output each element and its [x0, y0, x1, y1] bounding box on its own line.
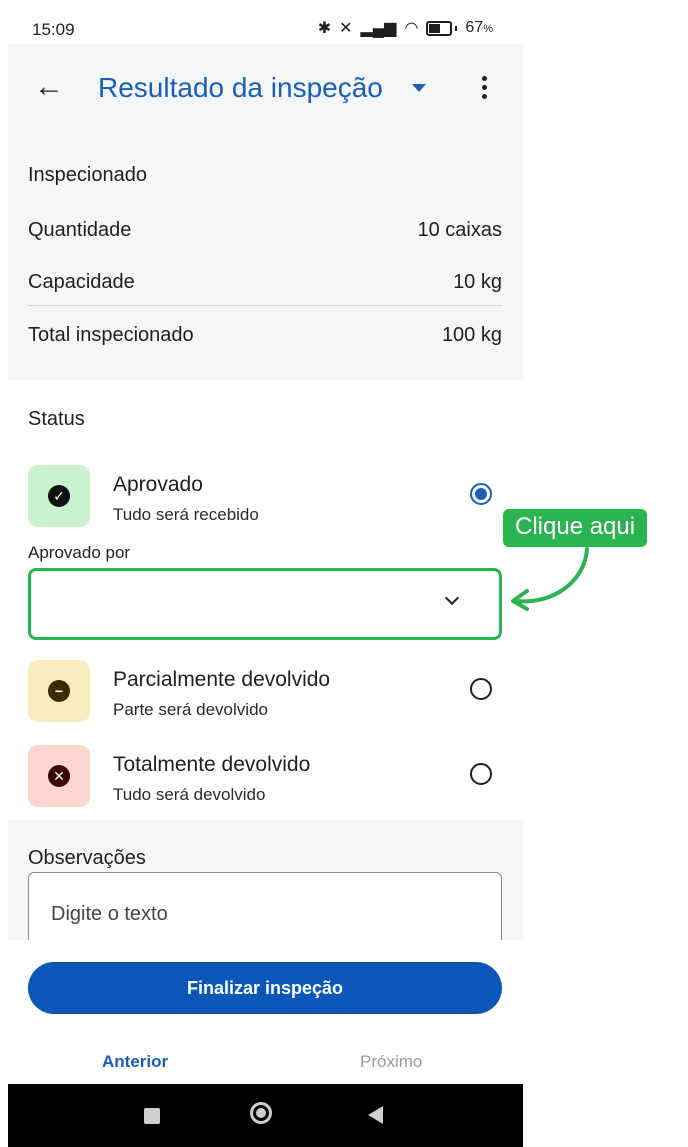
inspected-card: Inspecionado Quantidade 10 caixas Capaci… — [8, 132, 523, 380]
back-icon[interactable] — [368, 1106, 383, 1124]
row-label: Capacidade — [28, 271, 135, 293]
status-option-approved[interactable]: ✓ Aprovado Tudo será recebido — [28, 465, 502, 529]
more-options-icon[interactable] — [482, 76, 488, 103]
status-option-partial[interactable]: − Parcialmente devolvido Parte será devo… — [28, 660, 502, 724]
row-value: 100 kg — [441, 324, 502, 346]
status-tile: − — [28, 660, 90, 722]
status-icons: ✱ ✕ ▂▄▆ ◠ 67% — [318, 18, 493, 38]
status-tile: ✕ — [28, 745, 90, 807]
status-option-total[interactable]: ✕ Totalmente devolvido Tudo será devolvi… — [28, 745, 502, 809]
mute-icon: ✕ — [339, 20, 353, 37]
observations-input[interactable]: Digite o texto — [28, 872, 502, 940]
inspected-heading: Inspecionado — [28, 164, 147, 186]
radio-partial[interactable] — [470, 678, 492, 700]
capacity-row: Capacidade 10 kg — [28, 261, 502, 301]
wifi-icon: ◠ — [404, 20, 419, 37]
annotation-callout: Clique aqui — [503, 509, 648, 547]
bluetooth-icon: ✱ — [317, 20, 332, 37]
battery-percent: 67% — [465, 19, 493, 36]
finish-inspection-button[interactable]: Finalizar inspeção — [28, 962, 502, 1014]
observations-placeholder: Digite o texto — [51, 903, 168, 925]
status-heading: Status — [28, 408, 85, 430]
approved-by-label: Aprovado por — [28, 543, 131, 562]
option-label: Totalmente devolvido — [113, 753, 311, 776]
recents-icon[interactable] — [144, 1108, 160, 1124]
total-row: Total inspecionado 100 kg — [28, 314, 502, 354]
previous-button[interactable]: Anterior — [102, 1052, 168, 1072]
option-sub: Parte será devolvido — [113, 700, 268, 719]
quantity-row: Quantidade 10 caixas — [28, 209, 502, 249]
radio-total[interactable] — [470, 763, 492, 785]
annotation-arrow-icon — [511, 547, 589, 611]
option-label: Aprovado — [113, 473, 203, 496]
back-arrow-icon[interactable]: ← — [34, 70, 64, 104]
status-time: 15:09 — [32, 20, 75, 39]
option-sub: Tudo será devolvido — [113, 785, 266, 804]
x-circle-icon: ✕ — [48, 765, 70, 787]
row-label: Quantidade — [28, 219, 132, 241]
observations-heading: Observações — [28, 847, 146, 869]
phone-screen: 15:09 ✱ ✕ ▂▄▆ ◠ 67% ← Resultado da inspe… — [8, 0, 523, 1147]
chevron-down-icon — [444, 590, 460, 606]
app-bar: ← Resultado da inspeção — [8, 44, 523, 132]
approved-by-select[interactable] — [28, 568, 502, 640]
status-tile: ✓ — [28, 465, 90, 527]
status-bar: 15:09 ✱ ✕ ▂▄▆ ◠ 67% — [8, 0, 523, 44]
system-nav-bar — [8, 1084, 523, 1147]
signal-icon: ▂▄▆ — [360, 20, 397, 37]
option-label: Parcialmente devolvido — [113, 668, 331, 691]
caret-down-icon[interactable] — [412, 84, 426, 92]
home-icon[interactable] — [250, 1102, 272, 1124]
next-button[interactable]: Próximo — [360, 1052, 422, 1072]
check-circle-icon: ✓ — [48, 485, 70, 507]
divider — [28, 305, 502, 306]
radio-approved[interactable] — [470, 483, 492, 505]
battery-icon — [426, 20, 458, 36]
row-value: 10 kg — [453, 271, 502, 293]
option-sub: Tudo será recebido — [113, 505, 259, 524]
minus-circle-icon: − — [48, 680, 70, 702]
page-title[interactable]: Resultado da inspeção — [98, 72, 383, 104]
row-label: Total inspecionado — [28, 324, 194, 346]
row-value: 10 caixas — [417, 219, 503, 241]
